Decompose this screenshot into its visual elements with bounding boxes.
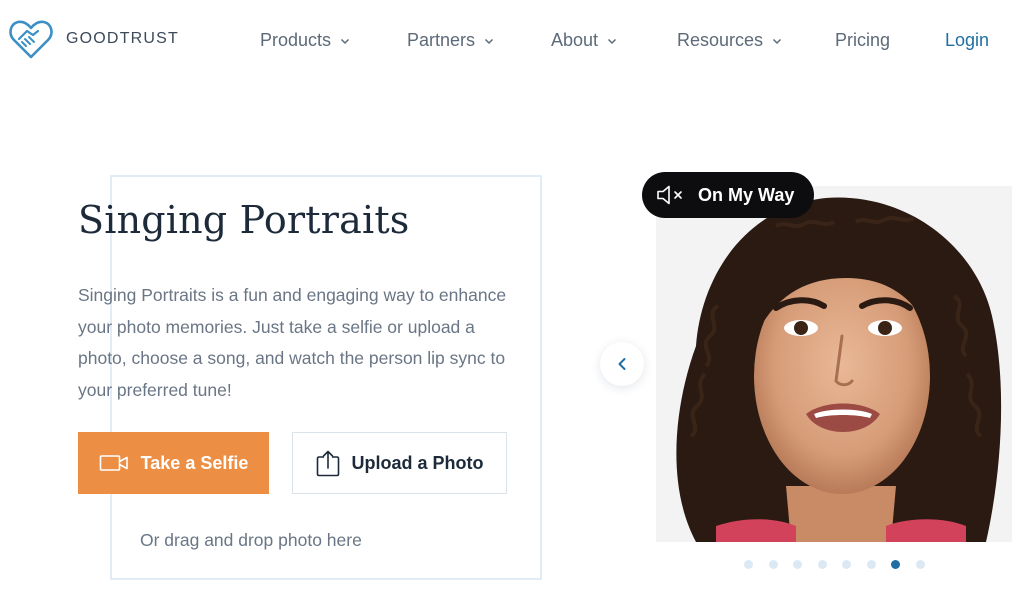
nav-item-label: About	[551, 30, 599, 50]
carousel-dot[interactable]	[744, 560, 753, 569]
carousel-dots	[744, 560, 940, 570]
song-title: On My Way	[698, 184, 795, 205]
upload-icon	[316, 450, 339, 477]
speaker-muted-icon	[657, 185, 682, 205]
take-selfie-label: Take a Selfie	[140, 452, 249, 473]
nav-item-about[interactable]: About	[551, 30, 617, 51]
carousel-dot[interactable]	[915, 560, 925, 569]
portrait-photo	[656, 186, 1012, 542]
portrait-illustration	[656, 186, 1012, 542]
nav-item-label: Resources	[677, 30, 764, 50]
upload-photo-button[interactable]: Upload a Photo	[292, 432, 507, 494]
drag-drop-hint: Or drag and drop photo here	[140, 530, 362, 550]
chevron-down-icon	[485, 38, 494, 44]
page-title: Singing Portraits	[78, 198, 410, 242]
chevron-down-icon	[773, 38, 782, 44]
nav-item-label: Partners	[407, 30, 476, 50]
take-selfie-button[interactable]: Take a Selfie	[78, 432, 269, 494]
carousel-prev-button[interactable]	[600, 342, 644, 386]
nav-item-partners[interactable]: Partners	[407, 30, 494, 51]
hero-description: Singing Portraits is a fun and engaging …	[78, 285, 507, 400]
main-nav: Products Partners About Resources Pricin…	[0, 30, 1024, 54]
carousel-dot-active[interactable]	[891, 560, 900, 569]
carousel-dot[interactable]	[842, 560, 851, 569]
upload-photo-label: Upload a Photo	[351, 452, 484, 473]
chevron-left-icon	[618, 358, 626, 370]
song-audio-toggle[interactable]: On My Way	[642, 172, 815, 218]
carousel-dot[interactable]	[866, 560, 876, 569]
carousel-dot[interactable]	[817, 560, 827, 569]
nav-item-label: Products	[260, 30, 332, 50]
chevron-down-icon	[341, 38, 350, 44]
nav-item-products[interactable]: Products	[260, 30, 350, 51]
nav-item-pricing[interactable]: Pricing	[835, 30, 890, 51]
login-label: Login	[945, 30, 990, 50]
chevron-down-icon	[608, 38, 617, 44]
carousel-dot[interactable]	[768, 560, 778, 569]
video-camera-icon	[99, 455, 128, 471]
nav-item-resources[interactable]: Resources	[677, 30, 782, 51]
carousel-dot[interactable]	[793, 560, 802, 569]
login-link[interactable]: Login	[945, 30, 989, 51]
nav-item-label: Pricing	[835, 30, 891, 50]
site-header: GOODTRUST Products Partners About Resour…	[0, 0, 1024, 82]
